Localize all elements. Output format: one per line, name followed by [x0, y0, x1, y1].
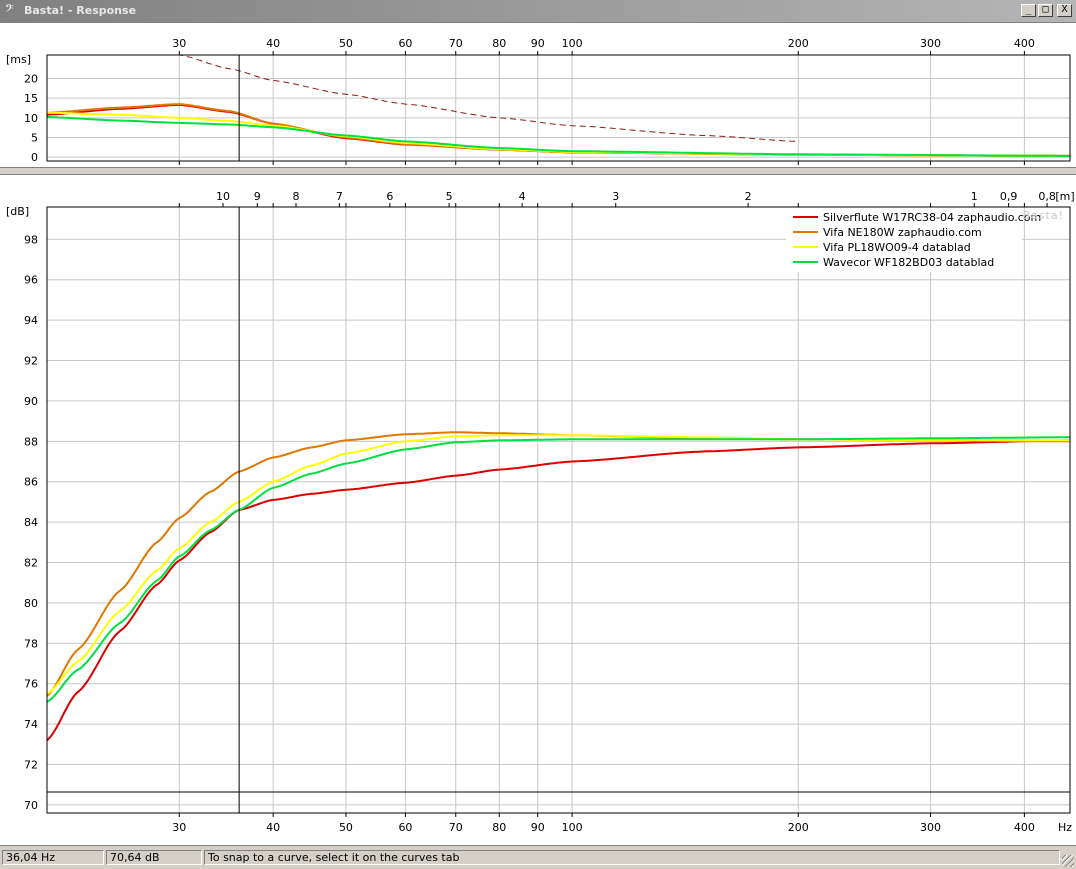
close-button[interactable]: X [1057, 4, 1072, 17]
series-line [46, 439, 1071, 742]
group-delay-chart[interactable]: 0 5 10 15 20 30 40 50 60 70 80 90 100 200 300 400 [ms] [0, 23, 1076, 169]
series-line [46, 111, 1070, 157]
legend-label: Vifa PL18WO09-4 datablad [823, 241, 971, 254]
x-tick-label: 300 [920, 821, 941, 834]
x-tick-label: 60 [398, 37, 412, 50]
y-tick-label: 70 [24, 799, 38, 812]
window-title: Basta! - Response [24, 4, 137, 17]
distance-tick-label: 8 [292, 190, 299, 203]
response-chart[interactable]: 70727476788082848688909294969830 40 50 60 70… [0, 175, 1076, 847]
x-tick-label: 300 [920, 37, 941, 50]
y-tick-label: 76 [24, 678, 38, 691]
x-tick-label: 80 [492, 821, 506, 834]
y-tick-label: 72 [24, 759, 38, 772]
x-axis-label: Hz [1058, 821, 1072, 834]
y-tick-label: 15 [24, 92, 38, 105]
status-hint: To snap to a curve, select it on the cur… [204, 850, 1060, 865]
x-tick-label: 40 [266, 37, 280, 50]
status-level: 70,64 dB [106, 850, 202, 865]
y-tick-label: 20 [24, 73, 38, 86]
minimize-button[interactable]: _ [1021, 4, 1036, 17]
group-delay-panel[interactable]: 0 5 10 15 20 30 40 50 60 70 80 90 100 200 300 400 [ms] [0, 22, 1076, 168]
legend-label: Wavecor WF182BD03 datablad [823, 256, 994, 269]
y-tick-label: 98 [24, 233, 38, 246]
status-bar: 36,04 Hz 70,64 dB To snap to a curve, se… [0, 847, 1076, 869]
y-axis-label: [dB] [6, 205, 29, 218]
distance-tick-label: 9 [254, 190, 261, 203]
series-line [46, 431, 1070, 697]
series-line [46, 436, 1070, 703]
distance-tick-label: 1 [971, 190, 978, 203]
resize-grip-icon[interactable] [1062, 855, 1074, 867]
x-tick-label: 90 [531, 821, 545, 834]
distance-tick-label: 4 [519, 190, 526, 203]
x-tick-label: 30 [172, 821, 186, 834]
y-tick-label: 96 [24, 274, 38, 287]
y-tick-label: 82 [24, 557, 38, 570]
x-tick-label: 100 [562, 821, 583, 834]
distance-tick-label: 0,9 [1000, 190, 1018, 203]
x-tick-label: 70 [449, 821, 463, 834]
legend-label: Silverflute W17RC38-04 zaphaudio.com [823, 211, 1041, 224]
legend-label: Vifa NE180W zaphaudio.com [823, 226, 982, 239]
x-tick-label: 80 [492, 37, 506, 50]
response-panel[interactable]: 70 72 74 76 78 80 82 84 86 88 90 92 94 96 98 30 40 50 60 70… [0, 174, 1076, 846]
distance-tick-label: 6 [386, 190, 393, 203]
x-tick-label: 400 [1014, 37, 1035, 50]
y-tick-label: 5 [31, 131, 38, 144]
plot-frame [46, 206, 1071, 814]
x-tick-label: 40 [266, 821, 280, 834]
y-tick-label: 88 [24, 435, 38, 448]
x-tick-label: 400 [1014, 821, 1035, 834]
legend[interactable]: Silverflute W17RC38-04 zaphaudio.com Vifa… [786, 208, 1041, 272]
bass-clef-icon: 𝄢 [5, 3, 14, 18]
y-tick-label: 86 [24, 476, 38, 489]
y-tick-label: 0 [31, 151, 38, 164]
x-tick-label: 200 [788, 37, 809, 50]
series-line [46, 103, 1070, 157]
x-tick-label: 200 [788, 821, 809, 834]
y-tick-label: 80 [24, 597, 38, 610]
x-tick-label: 50 [339, 821, 353, 834]
series-line [46, 434, 1070, 695]
distance-tick-label: 10 [216, 190, 230, 203]
x-tick-label: 50 [339, 37, 353, 50]
y-tick-label: 10 [24, 112, 38, 125]
x-tick-label: 100 [562, 37, 583, 50]
basta-watermark: Basta! [1023, 209, 1064, 222]
distance-axis-label: [m] [1055, 190, 1074, 203]
y-tick-label: 74 [24, 718, 38, 731]
title-bar: 𝄢 Basta! - Response _ □ X [0, 0, 1076, 22]
y-tick-label: 84 [24, 516, 38, 529]
distance-tick-label: 7 [336, 190, 343, 203]
distance-tick-label: 3 [612, 190, 619, 203]
distance-tick-label: 2 [745, 190, 752, 203]
distance-tick-label: 5 [446, 190, 453, 203]
maximize-button[interactable]: □ [1038, 4, 1053, 17]
x-tick-label: 90 [531, 37, 545, 50]
window-controls: _ □ X [1021, 4, 1072, 17]
x-tick-label: 30 [172, 37, 186, 50]
y-tick-label: 78 [24, 637, 38, 650]
status-frequency: 36,04 Hz [2, 850, 104, 865]
series-line [46, 103, 1070, 157]
distance-tick-label: 0,8 [1038, 190, 1056, 203]
series-line [46, 116, 1070, 157]
x-tick-label: 70 [449, 37, 463, 50]
y-tick-label: 92 [24, 355, 38, 368]
x-tick-label: 60 [398, 821, 412, 834]
y-tick-label: 90 [24, 395, 38, 408]
y-tick-label: 94 [24, 314, 38, 327]
y-axis-label: [ms] [6, 53, 31, 66]
